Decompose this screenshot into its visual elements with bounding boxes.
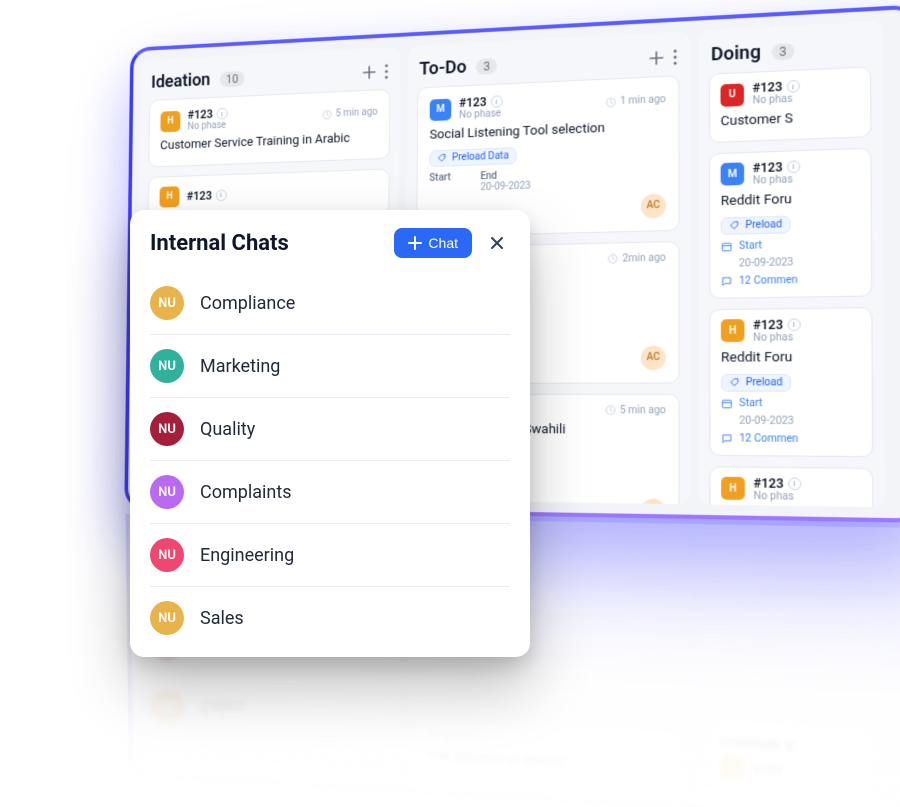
column-count: 10 [219,70,244,86]
new-chat-button[interactable]: Chat [394,228,472,258]
card-phase: No phas [753,332,800,344]
avatar: NU [150,475,184,509]
card[interactable]: H #123 i No phas Reddit Foru Preload [709,307,873,457]
card-date-line: Start [721,238,860,252]
column-title: Ideation [151,70,210,93]
card-phase: No phas [753,93,800,106]
info-icon[interactable]: i [216,108,227,120]
column-menu-icon[interactable] [673,48,677,64]
priority-badge: U [721,83,744,107]
info-icon[interactable]: i [788,477,801,490]
avatar: NU [150,286,184,320]
info-icon[interactable]: i [787,80,800,93]
info-icon[interactable]: i [216,189,227,201]
avatar: NU [150,538,184,572]
assignee-avatar[interactable]: AC [641,345,666,370]
chat-item-label: Compliance [200,293,295,314]
column-header: Doing 3 [709,32,871,74]
info-icon[interactable]: i [787,318,800,331]
priority-badge: H [721,319,745,342]
card[interactable]: M #123 i No phas Reddit Foru Preload [709,147,872,298]
chat-item-compliance[interactable]: NU Compliance [150,272,510,335]
chat-item-marketing[interactable]: NU Marketing [150,335,510,398]
card-time: 5 min ago [605,405,666,416]
card-comments-line: 12 Commen [721,273,860,287]
card-id: #123 [459,95,486,110]
plus-icon [408,236,422,250]
info-icon[interactable]: i [787,160,800,173]
column-title: Doing [711,42,761,66]
card-id: #123 [188,107,213,121]
tag[interactable]: Preload [721,215,791,234]
card-phase: No phase [187,120,227,132]
info-icon[interactable]: i [490,95,502,107]
chat-item-label: Sales [200,608,244,629]
priority-badge: M [721,163,745,186]
avatar: NU [150,349,184,383]
card-title: Reddit Foru [721,349,861,367]
card-phase: No phase [459,108,502,121]
column-count: 3 [772,43,794,61]
card-id: #123 [753,160,783,175]
priority-badge: H [159,186,179,207]
chat-item-label: Marketing [200,356,280,377]
column-menu-icon[interactable] [384,63,388,79]
chat-item-complaints[interactable]: NU Complaints [150,461,510,524]
card[interactable]: H #123 i No phas Customer S [709,466,873,507]
chat-item-label: Complaints [200,482,292,503]
close-icon[interactable] [484,230,510,256]
chat-item-label: Engineering [200,545,294,566]
card-id: #123 [187,189,212,203]
card-title: Customer Service Training in Arabic [160,130,377,155]
card-id: #123 [753,476,783,491]
card-comments-line: 12 Commen [721,433,861,445]
chat-item-label: Quality [200,419,255,440]
card-title: Customer S [721,108,860,131]
avatar: NU [150,412,184,446]
card[interactable]: U #123 i No phas Customer S [709,66,872,143]
card-title: Reddit Foru [721,190,860,211]
card[interactable]: H #123 i No phase 5 min ago [148,89,390,168]
add-card-icon[interactable] [362,64,377,80]
add-card-icon[interactable] [648,49,665,66]
chats-list: NU Compliance NU Marketing NU Quality NU… [150,272,510,649]
priority-badge: M [430,98,452,120]
card-time: 2min ago [608,252,666,264]
card-dates: Start End20-09-2023 [429,165,666,195]
priority-badge: H [160,110,180,132]
chats-panel: Internal Chats Chat NU Compliance NU Mar… [130,210,530,657]
card-title: Social Listening Tool selection [430,118,666,144]
card-id: #123 [752,80,782,96]
card-date-line: Start [721,398,861,410]
chat-item-sales[interactable]: NU Sales [150,587,510,649]
column-header: To-Do 3 [417,42,679,88]
card-time: 1 min ago [606,94,666,108]
chats-header: Internal Chats Chat [150,228,510,258]
chat-item-quality[interactable]: NU Quality [150,398,510,461]
tag[interactable]: Preload Data [429,147,516,167]
chats-title: Internal Chats [150,231,289,256]
priority-badge: H [721,477,745,500]
column-doing: Doing 3 U #123 i No phas [698,21,884,507]
card-id: #123 [753,317,783,332]
column-count: 3 [476,58,497,75]
chat-item-engineering[interactable]: NU Engineering [150,524,510,587]
assignee-avatar[interactable]: AC [641,193,666,218]
card-phase: No phas [753,174,800,187]
card-time: 5 min ago [322,107,377,120]
tag[interactable]: Preload [721,373,791,391]
column-title: To-Do [419,57,466,80]
assignee-avatar[interactable]: AC [641,498,666,504]
card-phase: No phas [753,490,801,502]
avatar: NU [150,601,184,635]
